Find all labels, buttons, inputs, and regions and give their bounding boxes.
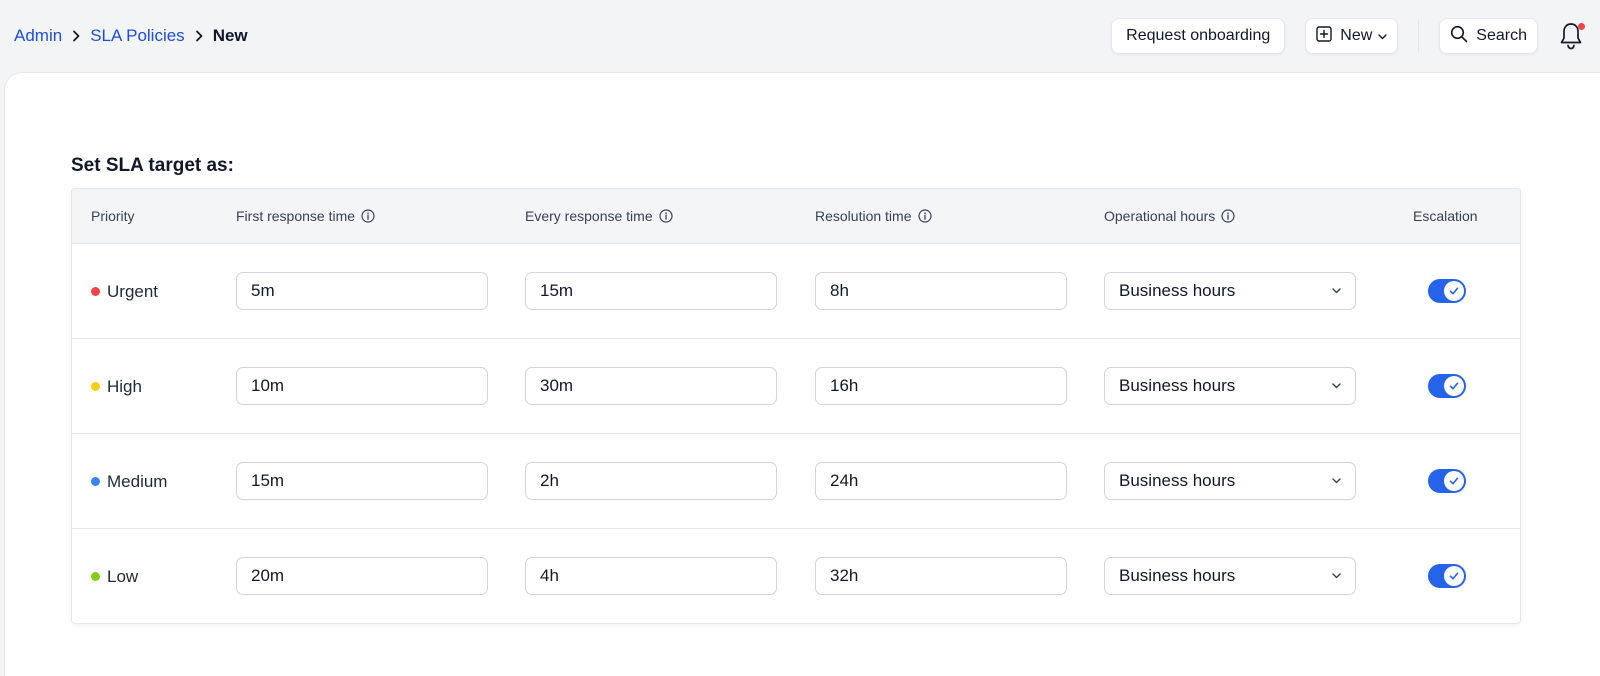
column-label: Escalation (1413, 208, 1478, 224)
priority-cell: Medium (91, 434, 167, 529)
check-icon (1444, 566, 1464, 586)
priority-cell: Low (91, 529, 139, 623)
priority-dot (91, 382, 100, 391)
priority-dot (91, 572, 100, 581)
breadcrumb-current: New (212, 26, 248, 45)
header-actions: Request onboarding New Search (1111, 18, 1586, 54)
every-response-time-input[interactable]: 4h (525, 557, 777, 595)
request-onboarding-label: Request onboarding (1126, 27, 1271, 44)
resolution-time-input[interactable]: 8h (815, 272, 1067, 310)
priority-dot (91, 287, 100, 296)
priority-label: Low (107, 566, 139, 586)
search-button-label: Search (1476, 27, 1527, 44)
first-response-time-input[interactable]: 10m (236, 367, 488, 405)
first-response-time-input[interactable]: 5m (236, 272, 488, 310)
resolution-time-input[interactable]: 16h (815, 367, 1067, 405)
operational-hours-value: Business hours (1119, 376, 1236, 395)
column-header-every-response: Every response time (525, 189, 673, 243)
column-header-priority: Priority (91, 189, 135, 243)
notification-dot (1578, 23, 1585, 30)
first-response-time-input[interactable]: 20m (236, 557, 488, 595)
priority-label: High (107, 376, 142, 396)
search-button[interactable]: Search (1439, 18, 1538, 54)
request-onboarding-button[interactable]: Request onboarding (1111, 18, 1286, 54)
table-row: Urgent 5m 15m 8h Business hours (72, 243, 1520, 338)
header-divider (1418, 19, 1420, 53)
info-icon[interactable] (659, 209, 673, 223)
new-button[interactable]: New (1305, 18, 1399, 54)
table-row: Medium 15m 2h 24h Business hours (72, 433, 1520, 528)
priority-label: Medium (107, 471, 168, 491)
first-response-time-input[interactable]: 15m (236, 462, 488, 500)
chevron-down-icon (1372, 27, 1387, 45)
escalation-toggle[interactable] (1428, 279, 1466, 303)
chevron-down-icon (1332, 383, 1341, 389)
column-header-escalation: Escalation (1413, 189, 1478, 243)
operational-hours-select[interactable]: Business hours (1104, 367, 1356, 405)
chevron-down-icon (1332, 573, 1341, 579)
main-panel: Set SLA target as: Priority First respon… (4, 72, 1600, 676)
escalation-toggle[interactable] (1428, 564, 1466, 588)
resolution-time-input[interactable]: 32h (815, 557, 1067, 595)
column-label: Operational hours (1104, 208, 1216, 224)
operational-hours-select[interactable]: Business hours (1104, 462, 1356, 500)
operational-hours-select[interactable]: Business hours (1104, 272, 1356, 310)
column-label: Every response time (525, 208, 653, 224)
sla-targets-table: Priority First response time Every respo… (71, 188, 1521, 624)
table-header: Priority First response time Every respo… (72, 189, 1520, 243)
info-icon[interactable] (917, 209, 932, 223)
resolution-time-input[interactable]: 24h (815, 462, 1067, 500)
section-title: Set SLA target as: (71, 155, 234, 176)
breadcrumb-admin[interactable]: Admin (14, 26, 62, 46)
table-row: High 10m 30m 16h Business hours (72, 338, 1520, 433)
every-response-time-input[interactable]: 2h (525, 462, 777, 500)
notifications-bell-icon[interactable] (1558, 21, 1585, 51)
priority-dot (91, 477, 100, 486)
chevron-right-icon (62, 30, 90, 42)
column-header-operational-hours: Operational hours (1104, 189, 1235, 243)
operational-hours-select[interactable]: Business hours (1104, 557, 1356, 595)
operational-hours-value: Business hours (1119, 566, 1236, 585)
top-bar: Admin SLA Policies New Request onboardin… (0, 0, 1600, 72)
escalation-toggle[interactable] (1428, 469, 1466, 493)
breadcrumb-sla-policies[interactable]: SLA Policies (90, 26, 185, 46)
check-icon (1444, 376, 1464, 396)
escalation-toggle[interactable] (1428, 374, 1466, 398)
every-response-time-input[interactable]: 30m (525, 367, 777, 405)
column-label: Priority (91, 208, 135, 224)
breadcrumb: Admin SLA Policies New (14, 26, 248, 46)
chevron-down-icon (1332, 478, 1341, 484)
priority-cell: Urgent (91, 244, 158, 339)
table-row: Low 20m 4h 32h Business hours (72, 528, 1520, 623)
column-header-resolution: Resolution time (815, 189, 932, 243)
info-icon[interactable] (1221, 209, 1235, 223)
new-button-label: New (1340, 27, 1373, 44)
info-icon[interactable] (361, 209, 375, 223)
chevron-down-icon (1332, 288, 1341, 294)
priority-cell: High (91, 339, 142, 434)
column-label: First response time (236, 208, 356, 224)
every-response-time-input[interactable]: 15m (525, 272, 777, 310)
check-icon (1444, 471, 1464, 491)
operational-hours-value: Business hours (1119, 471, 1236, 490)
plus-square-icon (1316, 25, 1340, 47)
chevron-right-icon (185, 30, 213, 42)
priority-label: Urgent (107, 281, 159, 301)
search-icon (1450, 25, 1476, 48)
column-header-first-response: First response time (236, 189, 375, 243)
column-label: Resolution time (815, 208, 912, 224)
check-icon (1444, 281, 1464, 301)
operational-hours-value: Business hours (1119, 281, 1236, 300)
